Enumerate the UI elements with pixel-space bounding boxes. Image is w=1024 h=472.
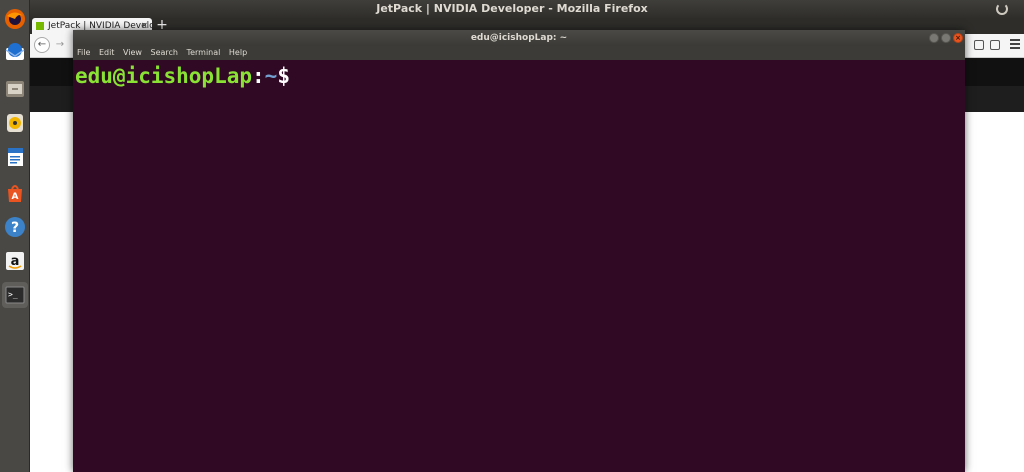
window-title: JetPack | NVIDIA Developer - Mozilla Fir… xyxy=(376,2,648,15)
terminal-menubar: File Edit View Search Terminal Help xyxy=(73,46,965,60)
menu-terminal[interactable]: Terminal xyxy=(187,48,221,57)
terminal-body[interactable]: edu@icishopLap:~$ xyxy=(73,60,965,472)
software-center-icon[interactable]: A xyxy=(2,180,28,206)
sidebar-icon[interactable] xyxy=(990,40,1000,50)
prompt-separator: : xyxy=(252,64,265,88)
menu-help[interactable]: Help xyxy=(229,48,247,57)
maximize-icon[interactable] xyxy=(941,33,951,43)
menu-view[interactable]: View xyxy=(123,48,142,57)
terminal-icon[interactable]: >_ xyxy=(2,282,28,308)
prompt-symbol: $ xyxy=(277,64,290,88)
svg-text:A: A xyxy=(12,192,19,202)
nvidia-favicon-icon xyxy=(36,22,44,30)
terminal-title: edu@icishopLap: ~ xyxy=(470,33,568,43)
thunderbird-icon[interactable] xyxy=(2,40,28,66)
files-icon[interactable] xyxy=(2,76,28,102)
prompt-path: ~ xyxy=(264,64,278,88)
close-icon[interactable]: × xyxy=(953,33,963,43)
minimize-icon[interactable] xyxy=(929,33,939,43)
prompt-user-host: edu@icishopLap xyxy=(75,64,253,88)
terminal-window[interactable]: edu@icishopLap: ~ × File Edit View Searc… xyxy=(73,30,965,472)
writer-icon[interactable] xyxy=(2,144,28,170)
terminal-titlebar[interactable]: edu@icishopLap: ~ × xyxy=(73,30,965,46)
svg-text:?: ? xyxy=(11,220,19,236)
menu-edit[interactable]: Edit xyxy=(99,48,115,57)
shell-prompt: edu@icishopLap:~$ xyxy=(75,64,963,88)
launcher: A ? a >_ xyxy=(0,0,30,472)
library-icon[interactable] xyxy=(974,40,984,50)
power-icon[interactable] xyxy=(996,3,1008,15)
window-title-bar: JetPack | NVIDIA Developer - Mozilla Fir… xyxy=(0,0,1024,18)
firefox-icon[interactable] xyxy=(2,6,28,32)
menu-file[interactable]: File xyxy=(77,48,90,57)
svg-text:>_: >_ xyxy=(8,290,18,299)
menu-search[interactable]: Search xyxy=(151,48,178,57)
rhythmbox-icon[interactable] xyxy=(2,110,28,136)
back-button[interactable]: ← xyxy=(34,37,50,53)
help-icon[interactable]: ? xyxy=(2,214,28,240)
forward-button[interactable]: → xyxy=(52,37,68,53)
amazon-icon[interactable]: a xyxy=(2,248,28,274)
hamburger-menu-icon[interactable] xyxy=(1010,39,1020,49)
